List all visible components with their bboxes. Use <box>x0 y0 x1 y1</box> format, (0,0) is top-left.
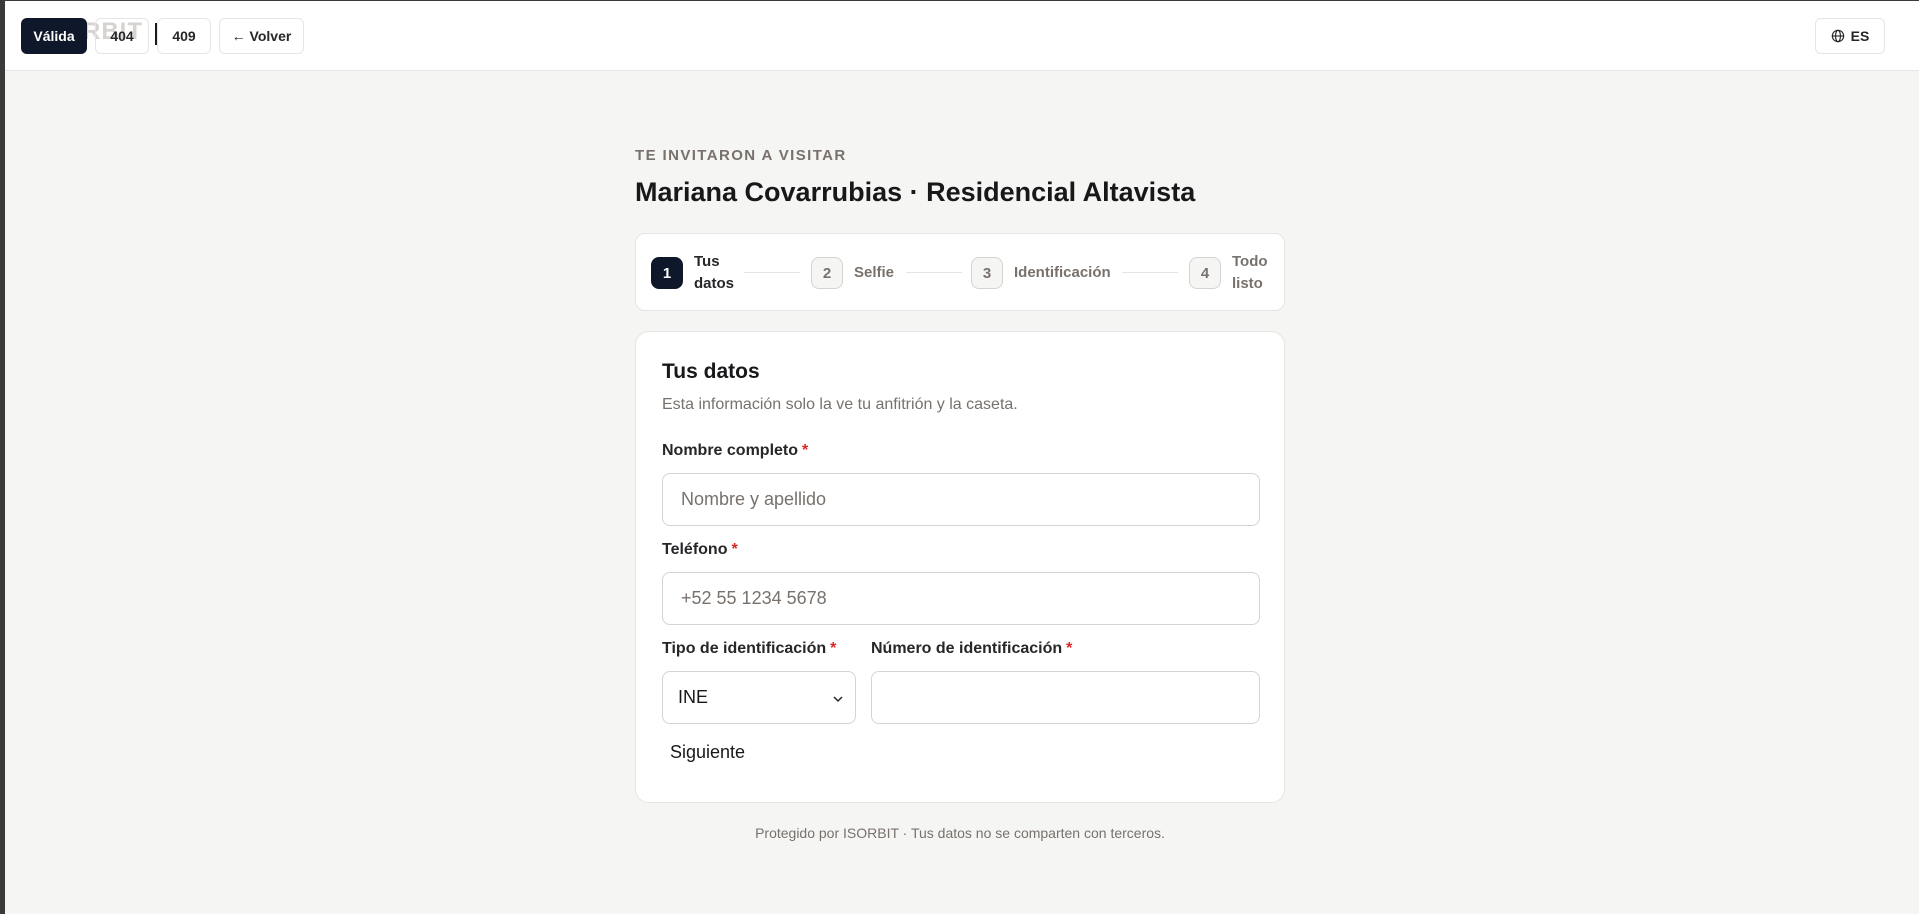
required-mark: * <box>731 541 738 558</box>
app-frame: RBIT Válida 404 409 ← Volver ES TE INVIT… <box>5 1 1919 914</box>
id-number-label: Número de identificación * <box>871 640 1072 658</box>
step-2: 2 Selfie <box>811 234 894 312</box>
step-connector <box>906 272 962 273</box>
required-mark: * <box>830 640 837 657</box>
state-pill-404[interactable]: 404 <box>95 18 149 54</box>
id-number-label-text: Número de identificación <box>871 640 1063 657</box>
state-pill-valid[interactable]: Válida <box>21 18 87 54</box>
step-label: Selfie <box>854 264 895 281</box>
privacy-footer: Protegido por ISORBIT · Tus datos no se … <box>755 825 1165 841</box>
required-mark: * <box>802 442 809 459</box>
top-bar: RBIT Válida 404 409 ← Volver ES <box>5 1 1919 71</box>
id-number-input[interactable] <box>871 671 1260 724</box>
progress-stepper: 1 Tus datos 2 Selfie 3 Identificación 4 … <box>635 233 1285 311</box>
full-name-input[interactable] <box>662 473 1260 526</box>
id-type-select[interactable]: INE <box>662 671 856 724</box>
step-label: Tus datos <box>694 253 735 292</box>
phone-label: Teléfono * <box>662 541 738 559</box>
invitation-eyebrow: TE INVITARON A VISITAR <box>635 147 847 164</box>
card-subtitle: Esta información solo la ve tu anfitrión… <box>662 396 1018 413</box>
step-label: Todo listo <box>1232 253 1268 292</box>
phone-input[interactable] <box>662 572 1260 625</box>
phone-label-text: Teléfono <box>662 541 728 558</box>
name-label: Nombre completo * <box>662 442 808 460</box>
id-type-label: Tipo de identificación * <box>662 640 836 658</box>
chevron-down-icon <box>833 696 843 703</box>
step-number: 2 <box>811 257 843 289</box>
step-1: 1 Tus datos <box>651 234 742 312</box>
card-title: Tus datos <box>662 360 760 383</box>
id-type-value: INE <box>678 687 709 707</box>
state-pill-409[interactable]: 409 <box>157 18 211 54</box>
language-code: ES <box>1850 28 1870 44</box>
step-number: 3 <box>971 257 1003 289</box>
step-connector <box>1122 272 1178 273</box>
step-number: 1 <box>651 257 683 289</box>
globe-icon <box>1831 29 1844 43</box>
back-button[interactable]: ← Volver <box>219 18 304 54</box>
page-title: Mariana Covarrubias · Residencial Altavi… <box>635 177 1196 207</box>
step-number: 4 <box>1189 257 1221 289</box>
name-label-text: Nombre completo <box>662 442 799 459</box>
language-selector[interactable]: ES <box>1815 18 1885 54</box>
step-label: Identificación <box>1014 264 1111 281</box>
visitor-data-card: Tus datos Esta información solo la ve tu… <box>635 331 1285 803</box>
next-button[interactable]: Siguiente <box>662 738 753 767</box>
id-type-label-text: Tipo de identificación <box>662 640 827 657</box>
step-4: 4 Todo listo <box>1189 234 1276 312</box>
required-mark: * <box>1066 640 1073 657</box>
step-3: 3 Identificación <box>971 234 1111 312</box>
step-connector <box>744 272 800 273</box>
